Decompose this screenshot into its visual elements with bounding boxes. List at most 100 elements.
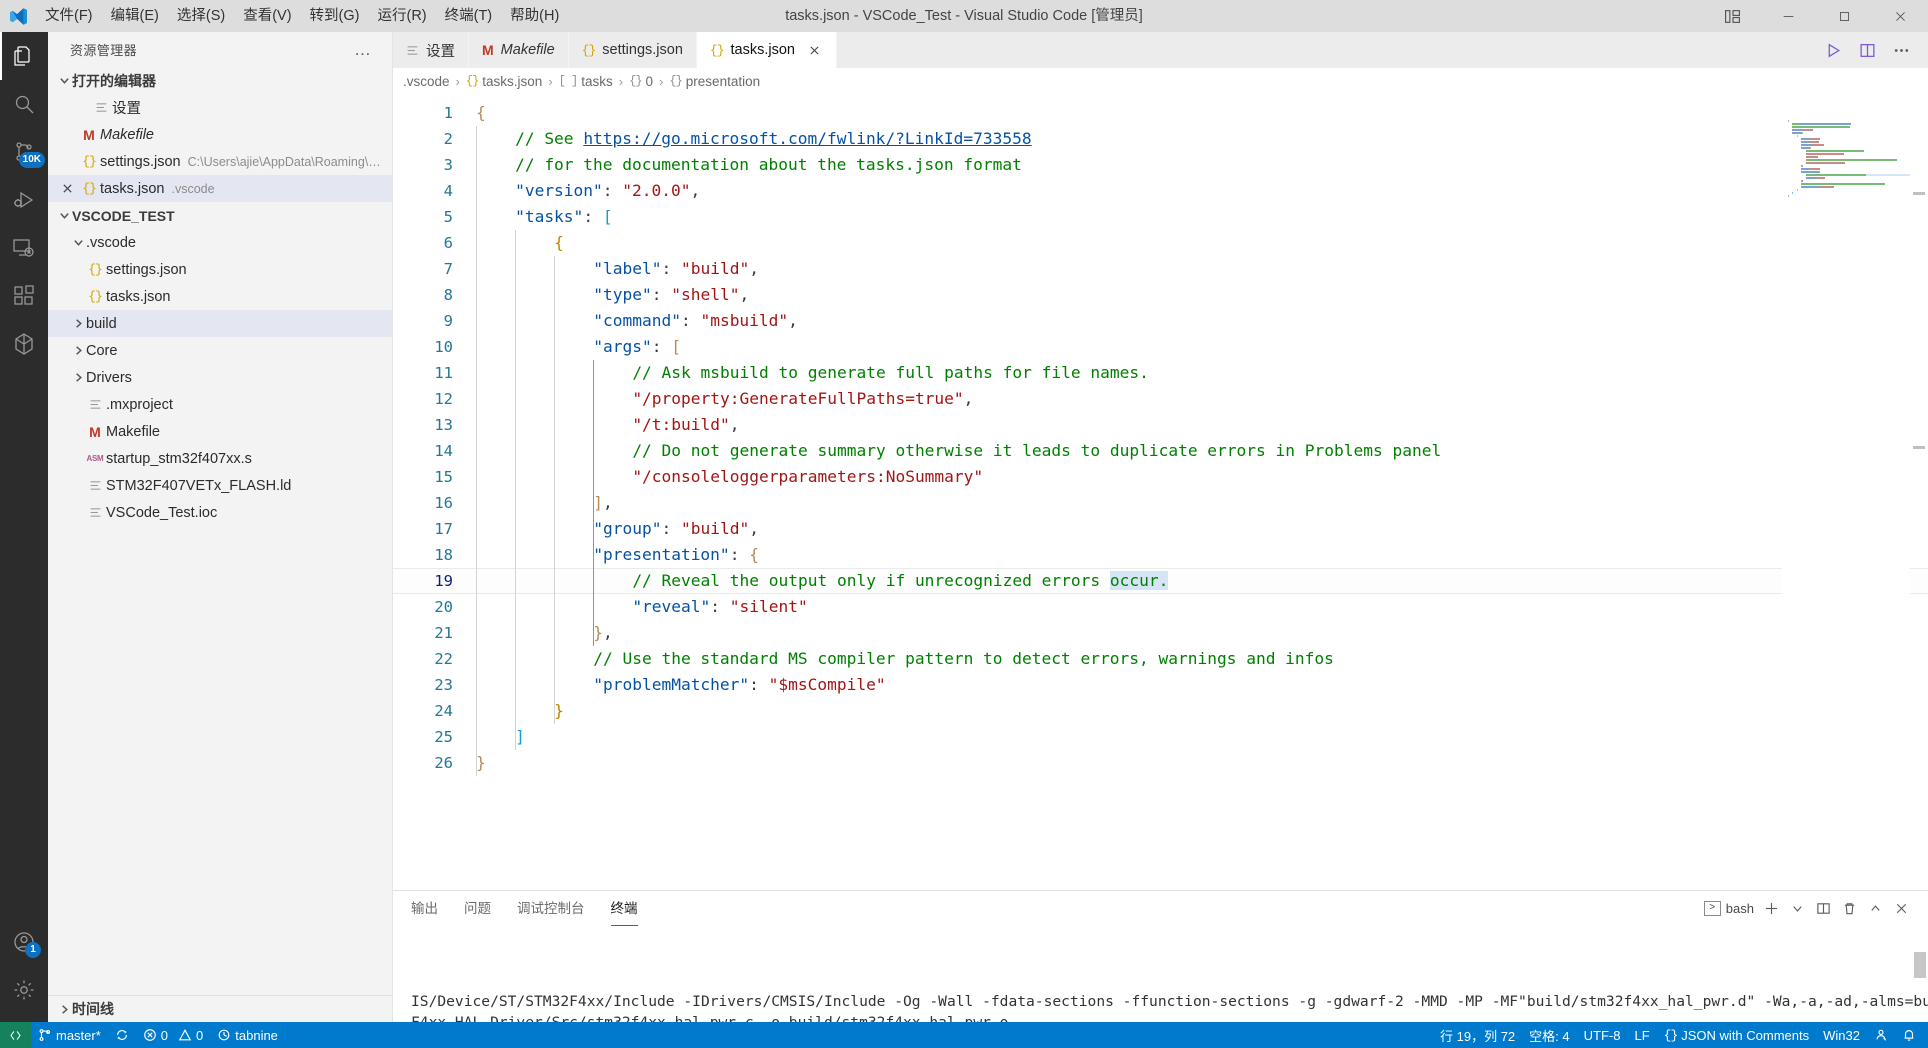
tab-settings[interactable]: 设置 (393, 32, 469, 68)
chevron-down-icon[interactable] (1784, 891, 1810, 926)
code-line[interactable]: 22 // Use the standard MS compiler patter… (393, 646, 1928, 672)
kill-terminal-icon[interactable] (1836, 891, 1862, 926)
code-line[interactable]: 1{ (393, 100, 1928, 126)
code-line[interactable]: 20 "reveal": "silent" (393, 594, 1928, 620)
code-line[interactable]: 9 "command": "msbuild", (393, 308, 1928, 334)
status-language-mode[interactable]: {} JSON with Comments (1657, 1022, 1816, 1048)
code-line[interactable]: 8 "type": "shell", (393, 282, 1928, 308)
code-line[interactable]: 12 "/property:GenerateFullPaths=true", (393, 386, 1928, 412)
terminal-selector[interactable]: > bash (1703, 901, 1754, 916)
tree-file-startup-s[interactable]: ASM startup_stm32f407xx.s (48, 445, 392, 472)
editor-scrollbar[interactable] (1910, 94, 1928, 890)
tab-problems[interactable]: 问题 (464, 891, 491, 926)
activity-source-control[interactable]: 10K (0, 128, 48, 176)
code-line[interactable]: 16], (393, 490, 1928, 516)
status-problems[interactable]: 0 0 (136, 1022, 210, 1048)
open-editor-tasks-json[interactable]: {} tasks.json .vscode (48, 175, 392, 202)
maximize-panel-icon[interactable] (1862, 891, 1888, 926)
breadcrumb-item-tasks[interactable]: [ ] tasks (559, 74, 613, 89)
code-line[interactable]: 26} (393, 750, 1928, 776)
open-editor-settings[interactable]: 设置 (48, 94, 392, 121)
menu-go[interactable]: 转到(G) (301, 0, 369, 32)
sidebar-more-actions-icon[interactable]: … (354, 41, 372, 58)
menu-run[interactable]: 运行(R) (368, 0, 435, 32)
activity-remote-explorer[interactable] (0, 224, 48, 272)
activity-run-debug[interactable] (0, 176, 48, 224)
code-line[interactable]: 15 "/consoleloggerparameters:NoSummary" (393, 464, 1928, 490)
breadcrumb-item-index[interactable]: {} 0 (629, 74, 653, 89)
close-icon[interactable] (56, 183, 78, 194)
status-live-share[interactable] (1867, 1022, 1895, 1048)
terminal-scrollbar[interactable] (1914, 952, 1926, 978)
customize-layout-icon[interactable] (1704, 0, 1760, 32)
tree-file-settings-json[interactable]: {} settings.json (48, 256, 392, 283)
close-icon[interactable] (806, 42, 823, 59)
menu-view[interactable]: 查看(V) (234, 0, 300, 32)
code-line[interactable]: 21}, (393, 620, 1928, 646)
status-indentation[interactable]: 空格: 4 (1522, 1022, 1576, 1048)
code-line[interactable]: 10 "args": [ (393, 334, 1928, 360)
status-eol[interactable]: LF (1627, 1022, 1656, 1048)
terminal-output[interactable]: IS/Device/ST/STM32F4xx/Include -IDrivers… (393, 926, 1928, 1022)
code-line[interactable]: 4 "version": "2.0.0", (393, 178, 1928, 204)
code-line[interactable]: 14 // Do not generate summary otherwise i… (393, 438, 1928, 464)
tab-output[interactable]: 输出 (411, 891, 438, 926)
code-line[interactable]: 13 "/t:build", (393, 412, 1928, 438)
menu-help[interactable]: 帮助(H) (501, 0, 568, 32)
section-workspace[interactable]: VSCODE_TEST (48, 202, 392, 229)
code-line[interactable]: 23 "problemMatcher": "$msCompile" (393, 672, 1928, 698)
tree-folder-core[interactable]: Core (48, 337, 392, 364)
tree-file-tasks-json[interactable]: {} tasks.json (48, 283, 392, 310)
code-line[interactable]: 17 "group": "build", (393, 516, 1928, 542)
status-platform[interactable]: Win32 (1816, 1022, 1867, 1048)
code-line[interactable]: 6{ (393, 230, 1928, 256)
tree-file-mxproject[interactable]: .mxproject (48, 391, 392, 418)
activity-manage-gear-icon[interactable] (0, 966, 48, 1014)
close-panel-icon[interactable] (1888, 891, 1914, 926)
status-notifications[interactable] (1895, 1022, 1928, 1048)
activity-explorer[interactable] (0, 32, 48, 80)
tab-settings-json[interactable]: {} settings.json (568, 32, 697, 68)
split-editor-icon[interactable] (1850, 32, 1884, 68)
status-tabnine[interactable]: tabnine (210, 1022, 285, 1048)
tree-folder-vscode[interactable]: .vscode (48, 229, 392, 256)
tab-makefile[interactable]: M Makefile (469, 32, 569, 68)
status-sync[interactable] (108, 1022, 136, 1048)
status-remote-indicator[interactable] (0, 1022, 31, 1048)
tree-folder-build[interactable]: build (48, 310, 392, 337)
run-icon[interactable] (1816, 32, 1850, 68)
minimize-icon[interactable] (1760, 0, 1816, 32)
tree-file-linker-ld[interactable]: STM32F407VETx_FLASH.ld (48, 472, 392, 499)
breadcrumb-item-file[interactable]: {} tasks.json (466, 74, 542, 89)
tab-tasks-json[interactable]: {} tasks.json (696, 32, 837, 68)
code-line[interactable]: 25] (393, 724, 1928, 750)
close-icon[interactable] (1872, 0, 1928, 32)
code-line[interactable]: 5 "tasks": [ (393, 204, 1928, 230)
status-cursor-position[interactable]: 行 19，列 72 (1433, 1022, 1522, 1048)
split-terminal-icon[interactable] (1810, 891, 1836, 926)
section-open-editors[interactable]: 打开的编辑器 (48, 67, 392, 94)
status-branch[interactable]: master* (31, 1022, 108, 1048)
new-terminal-icon[interactable] (1758, 891, 1784, 926)
tree-file-ioc[interactable]: VSCode_Test.ioc (48, 499, 392, 526)
more-actions-icon[interactable] (1884, 32, 1918, 68)
breadcrumb-item-folder[interactable]: .vscode (403, 74, 450, 89)
code-line[interactable]: 18 "presentation": { (393, 542, 1928, 568)
maximize-icon[interactable] (1816, 0, 1872, 32)
tree-file-makefile[interactable]: M Makefile (48, 418, 392, 445)
code-line[interactable]: 3 // for the documentation about the task… (393, 152, 1928, 178)
menu-file[interactable]: 文件(F) (36, 0, 102, 32)
code-editor[interactable]: 1{2// See https://go.microsoft.com/fwlin… (393, 94, 1928, 890)
activity-cmake[interactable] (0, 320, 48, 368)
code-line[interactable]: 7 "label": "build", (393, 256, 1928, 282)
tab-terminal[interactable]: 终端 (610, 891, 638, 926)
code-line[interactable]: 2 // See https://go.microsoft.com/fwlink/… (393, 126, 1928, 152)
menu-bar[interactable]: 文件(F) 编辑(E) 选择(S) 查看(V) 转到(G) 运行(R) 终端(T… (36, 0, 568, 32)
tab-debug-console[interactable]: 调试控制台 (517, 891, 585, 926)
activity-extensions[interactable] (0, 272, 48, 320)
menu-edit[interactable]: 编辑(E) (102, 0, 168, 32)
minimap[interactable] (1782, 94, 1910, 890)
section-timeline[interactable]: 时间线 (48, 995, 392, 1022)
tree-folder-drivers[interactable]: Drivers (48, 364, 392, 391)
open-editor-settings-json[interactable]: {} settings.json C:\Users\ajie\AppData\R… (48, 148, 392, 175)
